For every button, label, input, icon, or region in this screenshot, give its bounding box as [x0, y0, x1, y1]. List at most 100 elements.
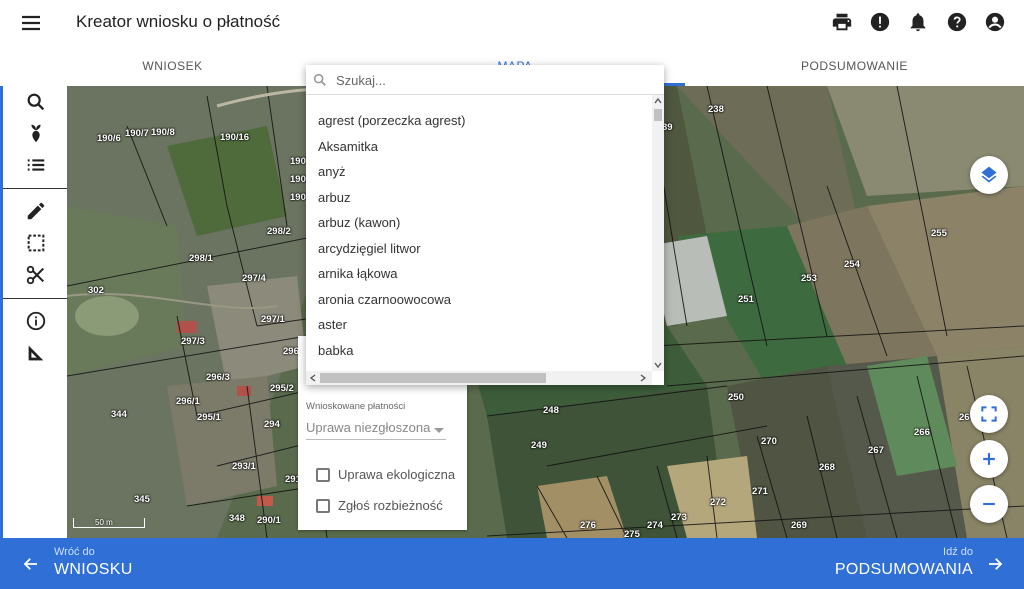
bell-icon[interactable] — [907, 11, 929, 33]
list-icon[interactable] — [25, 154, 47, 176]
parcel-label: 253 — [801, 273, 817, 284]
parcel-label: 271 — [752, 486, 768, 497]
help-icon[interactable] — [946, 11, 968, 33]
parcel-label: 255 — [931, 228, 947, 239]
search-row — [306, 65, 664, 95]
list-item[interactable]: anyż — [306, 159, 652, 185]
search-icon[interactable] — [25, 91, 47, 113]
next-label: PODSUMOWANIA — [834, 561, 973, 578]
back-label: WNIOSKU — [54, 561, 133, 578]
parcel-label: 296/3 — [206, 372, 230, 383]
zoom-out-button[interactable] — [970, 485, 1008, 523]
account-icon[interactable] — [984, 11, 1006, 33]
parcel-label: 190/8 — [151, 127, 175, 138]
layers-icon — [981, 166, 997, 183]
next-button[interactable]: Idź do PODSUMOWANIA — [824, 538, 1024, 589]
list-item[interactable]: arbuz (kawon) — [306, 210, 652, 236]
back-caption: Wróć do — [54, 546, 95, 558]
print-icon[interactable] — [831, 11, 853, 33]
fullscreen-icon — [981, 406, 997, 422]
crop-option-list: agrest (porzeczka agrest) Aksamitka anyż… — [306, 108, 652, 363]
scrollbar-thumb[interactable] — [320, 373, 546, 383]
payments-label: Wnioskowane płatności — [306, 401, 406, 412]
parcel-label: 295/1 — [197, 412, 221, 423]
parcel-label: 268 — [819, 462, 835, 473]
parcel-label: 190/6 — [97, 133, 121, 144]
parcel-label: 294 — [264, 419, 280, 430]
parcel-label: 293/1 — [232, 461, 256, 472]
parcel-label: 248 — [543, 405, 559, 416]
parcel-label: 297/3 — [181, 336, 205, 347]
minus-icon — [983, 502, 995, 506]
list-item[interactable]: arcydzięgiel litwor — [306, 236, 652, 262]
toolbar-divider — [3, 188, 67, 189]
checkbox-box — [316, 468, 330, 482]
parcel-label: 295/2 — [270, 383, 294, 394]
list-item[interactable]: arbuz — [306, 185, 652, 211]
scroll-left-icon — [309, 374, 316, 382]
search-input[interactable] — [336, 69, 654, 91]
parcel-label: 274 — [647, 520, 663, 531]
plus-icon — [983, 453, 995, 465]
parcel-label: 272 — [710, 497, 726, 508]
wizard-navigation-bar: Wróć do WNIOSKU Idź do PODSUMOWANIA — [0, 538, 1024, 589]
toolbar-divider — [3, 298, 67, 299]
horizontal-scrollbar[interactable] — [306, 371, 652, 385]
list-item[interactable]: aster — [306, 312, 652, 338]
list-item[interactable]: arnika łąkowa — [306, 261, 652, 287]
parcel-label: 254 — [844, 259, 860, 270]
payments-value: Uprawa niezgłoszona — [306, 420, 431, 435]
list-item[interactable]: babka — [306, 338, 652, 364]
parcel-label: 276 — [580, 520, 596, 531]
fullscreen-button[interactable] — [970, 395, 1008, 433]
parcel-label: 344 — [111, 409, 127, 420]
chevron-down-icon — [434, 428, 444, 433]
payments-select[interactable]: Uprawa niezgłoszona — [306, 418, 446, 440]
parcel-label: 190/7 — [125, 128, 149, 139]
back-button[interactable]: Wróć do WNIOSKU — [0, 538, 200, 589]
discrepancy-label: Zgłoś rozbieżność — [338, 498, 443, 513]
list-item[interactable]: Aksamitka — [306, 134, 652, 160]
arrow-left-icon — [23, 558, 37, 570]
select-area-icon[interactable] — [25, 232, 47, 254]
arrow-right-icon — [989, 558, 1003, 570]
parcel-label: 275 — [624, 529, 640, 538]
parcel-label: 267 — [868, 445, 884, 456]
vertical-scrollbar[interactable] — [652, 95, 664, 371]
next-caption: Idź do — [943, 546, 973, 558]
info-icon[interactable] — [25, 310, 47, 332]
scroll-right-icon — [640, 374, 647, 382]
parcel-label: 190 — [290, 156, 306, 167]
plant-icon[interactable] — [25, 122, 47, 144]
layers-button[interactable] — [970, 156, 1008, 194]
scale-label: 50 m — [95, 518, 113, 527]
measure-icon[interactable] — [25, 342, 47, 364]
menu-icon[interactable] — [19, 11, 43, 35]
parcel-label: 290/1 — [257, 515, 281, 526]
tab-podsumowanie[interactable]: PODSUMOWANIE — [685, 46, 1024, 86]
scroll-down-icon — [654, 362, 662, 369]
checkbox-box — [316, 499, 330, 513]
tab-wniosek[interactable]: WNIOSEK — [0, 46, 345, 86]
scrollbar-thumb[interactable] — [654, 109, 662, 121]
scissors-icon[interactable] — [25, 264, 47, 286]
scroll-up-icon — [654, 97, 662, 104]
parcel-label: 266 — [914, 427, 930, 438]
list-item[interactable]: aronia czarnoowocowa — [306, 287, 652, 313]
pencil-icon[interactable] — [25, 200, 47, 222]
crop-search-dropdown: agrest (porzeczka agrest) Aksamitka anyż… — [306, 65, 664, 385]
parcel-label: 26 — [959, 412, 970, 423]
parcel-label: 298/2 — [267, 226, 291, 237]
parcel-label: 250 — [728, 392, 744, 403]
parcel-label: 348 — [229, 513, 245, 524]
parcel-label: 273 — [671, 512, 687, 523]
alert-icon[interactable] — [869, 11, 891, 33]
parcel-label: 190/16 — [220, 132, 250, 143]
parcel-label: 296 — [283, 346, 299, 357]
list-item[interactable]: agrest (porzeczka agrest) — [306, 108, 652, 134]
parcel-label: 296/1 — [176, 396, 200, 407]
zoom-in-button[interactable] — [970, 440, 1008, 478]
parcel-label: 297/4 — [242, 273, 266, 284]
parcel-label: 190 — [290, 174, 306, 185]
parcel-label: 251 — [738, 294, 754, 305]
